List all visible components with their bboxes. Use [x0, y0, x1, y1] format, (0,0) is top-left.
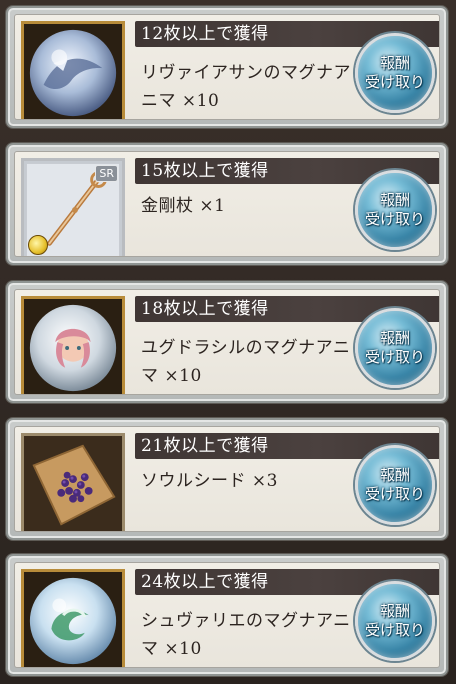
claim-button-label-line2: 受け取り [364, 621, 425, 639]
soul-seed-icon [21, 433, 125, 531]
threshold-label: 24枚以上で獲得 [141, 572, 269, 592]
claim-button-label-line2: 受け取り [364, 73, 425, 91]
reward-item-name: シュヴァリエのマグナアニマ ×10 [141, 611, 351, 659]
claim-button-label-line1: 報酬 [379, 54, 410, 72]
rarity-badge: SR [95, 165, 118, 182]
reward-card-body: 12枚以上で獲得 リヴァイアサンのマグナアニマ ×10 報酬 受け取り [14, 14, 440, 120]
claim-button-label-line1: 報酬 [379, 466, 410, 484]
reward-list: 12枚以上で獲得 リヴァイアサンのマグナアニマ ×10 報酬 受け取り SR 1… [0, 0, 456, 684]
reward-card: 21枚以上で獲得 ソウルシード ×3 報酬 受け取り [6, 418, 448, 540]
claim-button-label-line2: 受け取り [364, 348, 425, 366]
claim-reward-button[interactable]: 報酬 受け取り [355, 308, 435, 388]
claim-button-label-line1: 報酬 [379, 329, 410, 347]
threshold-label: 12枚以上で獲得 [141, 24, 269, 44]
claim-button-label-line2: 受け取り [364, 485, 425, 503]
threshold-label: 21枚以上で獲得 [141, 436, 269, 456]
reward-card: 24枚以上で獲得 シュヴァリエのマグナアニマ ×10 報酬 受け取り [6, 554, 448, 676]
reward-item-name: リヴァイアサンのマグナアニマ ×10 [141, 63, 351, 111]
staff-weapon-icon: SR [21, 158, 125, 256]
reward-item-name: ソウルシード ×3 [141, 471, 278, 491]
claim-reward-button[interactable]: 報酬 受け取り [355, 170, 435, 250]
reward-item-name: ユグドラシルのマグナアニマ ×10 [141, 338, 351, 386]
claim-reward-button[interactable]: 報酬 受け取り [355, 33, 435, 113]
reward-card: 12枚以上で獲得 リヴァイアサンのマグナアニマ ×10 報酬 受け取り [6, 6, 448, 128]
chevalier-anima-icon [21, 569, 125, 667]
claim-button-label-line1: 報酬 [379, 191, 410, 209]
claim-reward-button[interactable]: 報酬 受け取り [355, 445, 435, 525]
reward-card-body: 21枚以上で獲得 ソウルシード ×3 報酬 受け取り [14, 426, 440, 532]
reward-card-body: 24枚以上で獲得 シュヴァリエのマグナアニマ ×10 報酬 受け取り [14, 562, 440, 668]
reward-card-body: 18枚以上で獲得 ユグドラシルのマグナアニマ ×10 報酬 受け取り [14, 289, 440, 395]
threshold-label: 15枚以上で獲得 [141, 161, 269, 181]
element-icon [28, 235, 48, 255]
reward-item-name: 金剛杖 ×1 [141, 196, 226, 216]
claim-reward-button[interactable]: 報酬 受け取り [355, 581, 435, 661]
claim-button-label-line1: 報酬 [379, 602, 410, 620]
reward-card: SR 15枚以上で獲得 金剛杖 ×1 報酬 受け取り [6, 143, 448, 265]
reward-card: 18枚以上で獲得 ユグドラシルのマグナアニマ ×10 報酬 受け取り [6, 281, 448, 403]
threshold-label: 18枚以上で獲得 [141, 299, 269, 319]
yggdrasil-anima-icon [21, 296, 125, 394]
claim-button-label-line2: 受け取り [364, 210, 425, 228]
reward-card-body: SR 15枚以上で獲得 金剛杖 ×1 報酬 受け取り [14, 151, 440, 257]
leviathan-anima-icon [21, 21, 125, 119]
